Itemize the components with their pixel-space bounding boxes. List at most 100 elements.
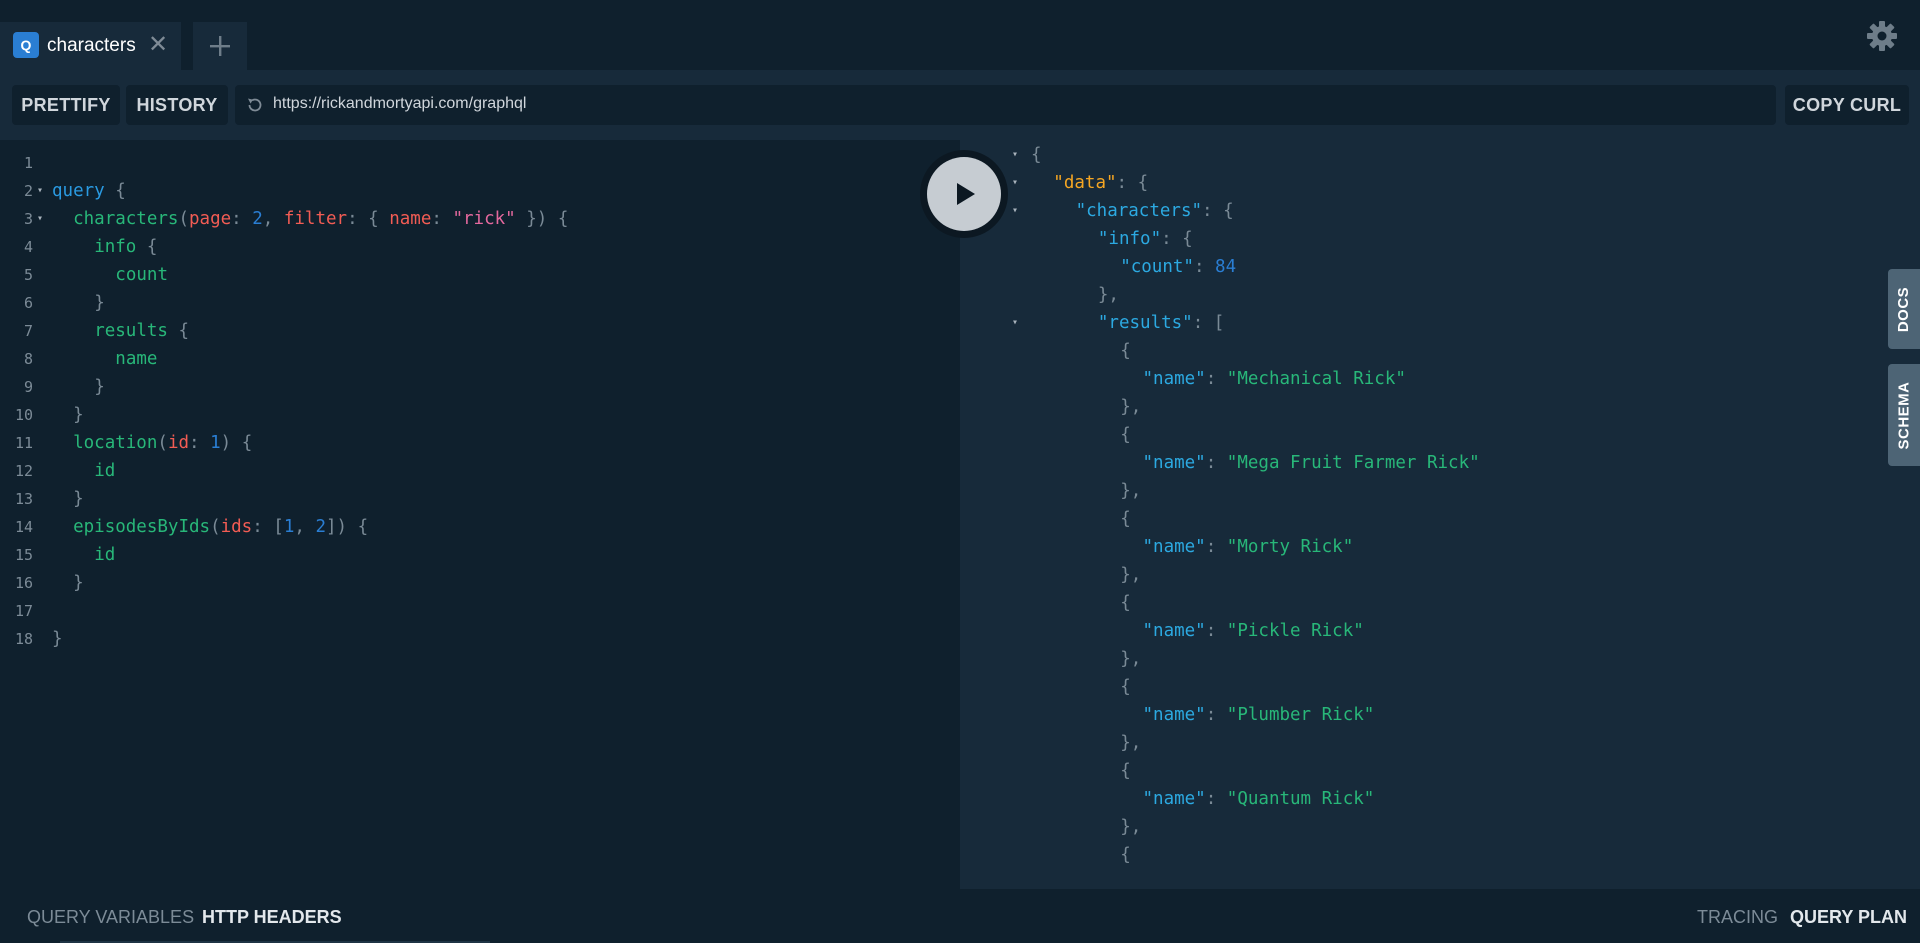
result-line: "name": "Morty Rick"	[960, 533, 1860, 561]
refresh-icon[interactable]	[245, 95, 265, 115]
endpoint-url-field[interactable]: https://rickandmortyapi.com/graphql	[235, 85, 1776, 125]
result-line: ▾ "results": [	[960, 309, 1860, 337]
editor-code: }	[94, 373, 105, 401]
code-token-key: "name"	[1142, 789, 1206, 809]
code-token-sval: "Morty Rick"	[1226, 537, 1354, 557]
code-token-punc: }	[52, 629, 63, 649]
result-code: "name": "Pickle Rick"	[1143, 617, 1364, 645]
editor-code: }	[73, 569, 84, 597]
code-token-sval: "Mechanical Rick"	[1226, 369, 1406, 389]
copy-curl-button[interactable]: COPY CURL	[1785, 85, 1909, 125]
fold-arrow-icon[interactable]: ▾	[1012, 169, 1018, 197]
line-number: 13	[14, 490, 33, 508]
result-code: "name": "Morty Rick"	[1143, 533, 1354, 561]
fold-arrow-icon[interactable]: ▾	[37, 177, 43, 205]
code-token-punc: {	[1120, 677, 1131, 697]
execute-query-button[interactable]	[920, 150, 1008, 238]
tab-characters[interactable]: Q characters ✕	[0, 22, 181, 70]
line-number: 14	[14, 518, 33, 536]
result-code: "info": {	[1098, 225, 1193, 253]
code-token-punc: {	[1120, 761, 1131, 781]
code-token-field: results	[94, 321, 168, 341]
prettify-button[interactable]: PRETTIFY	[12, 85, 120, 125]
code-token-punc: : [	[1192, 313, 1225, 333]
code-token-punc: (	[157, 433, 168, 453]
code-token-field: count	[115, 265, 168, 285]
code-token-field: location	[73, 433, 158, 453]
result-code: {	[1120, 505, 1131, 533]
code-token-field: info	[94, 237, 137, 257]
code-token-arg: ids	[220, 517, 253, 537]
query-plan-tab[interactable]: QUERY PLAN	[1790, 907, 1907, 928]
code-token-punc: {	[104, 181, 126, 201]
line-number: 9	[23, 378, 33, 396]
fold-arrow-icon[interactable]: ▾	[37, 205, 43, 233]
close-icon[interactable]: ✕	[148, 32, 168, 58]
tracing-tab[interactable]: TRACING	[1697, 907, 1778, 928]
result-line: },	[960, 561, 1860, 589]
code-token-field: characters	[73, 209, 179, 229]
schema-tab[interactable]: SCHEMA	[1888, 364, 1920, 466]
query-editor[interactable]: 1 2 ▾ query {3 ▾ characters(page: 2, filter: …	[0, 140, 960, 889]
editor-line: 14 episodesByIds(ids: [1, 2]) {	[0, 513, 960, 541]
fold-arrow-icon[interactable]: ▾	[1012, 197, 1018, 225]
editor-code: }	[73, 485, 84, 513]
http-headers-tab[interactable]: HTTP HEADERS	[202, 907, 342, 928]
code-token-punc: }	[73, 489, 84, 509]
fold-arrow-icon[interactable]: ▾	[1012, 309, 1018, 337]
result-code: "name": "Mega Fruit Farmer Rick"	[1143, 449, 1480, 477]
code-token-punc: ,	[294, 517, 316, 537]
editor-line: 18}	[0, 625, 960, 653]
code-token-punc: },	[1120, 565, 1142, 585]
docs-tab[interactable]: DOCS	[1888, 269, 1920, 349]
editor-code: }	[73, 401, 84, 429]
code-token-punc: {	[1120, 845, 1131, 865]
line-number: 7	[23, 322, 33, 340]
code-token-num: 84	[1215, 257, 1237, 277]
editor-line: 8 name	[0, 345, 960, 373]
editor-line: 10}	[0, 401, 960, 429]
line-number: 10	[14, 406, 33, 424]
line-number: 2	[23, 182, 33, 200]
code-token-punc: {	[1120, 593, 1131, 613]
result-viewer[interactable]: ▾{▾ "data": {▾ "characters": {"info": {"co…	[960, 140, 1920, 889]
code-token-punc: ) {	[220, 433, 253, 453]
code-token-field: id	[94, 461, 116, 481]
result-code: "data": {	[1053, 169, 1148, 197]
history-button[interactable]: HISTORY	[126, 85, 228, 125]
code-token-punc: :	[1205, 705, 1227, 725]
line-number: 8	[23, 350, 33, 368]
result-code: "results": [	[1098, 309, 1224, 337]
result-line: "name": "Quantum Rick"	[960, 785, 1860, 813]
result-code: "name": "Plumber Rick"	[1143, 701, 1375, 729]
result-line: {	[960, 337, 1860, 365]
editor-code: location(id: 1) {	[73, 429, 252, 457]
code-token-punc: :	[431, 209, 453, 229]
code-token-punc: }) {	[515, 209, 569, 229]
editor-code: query {	[52, 177, 126, 205]
schema-tab-label: SCHEMA	[1895, 380, 1913, 450]
code-token-punc: {	[1120, 509, 1131, 529]
fold-arrow-icon[interactable]: ▾	[1012, 141, 1018, 169]
code-token-punc: },	[1120, 397, 1142, 417]
result-line: },	[960, 393, 1860, 421]
code-token-punc: (	[178, 209, 189, 229]
code-token-field: episodesByIds	[73, 517, 211, 537]
code-token-arg: name	[389, 209, 432, 229]
result-line: "name": "Plumber Rick"	[960, 701, 1860, 729]
settings-button[interactable]	[1864, 18, 1900, 54]
code-token-punc: ,	[262, 209, 284, 229]
result-code: {	[1031, 141, 1042, 169]
code-token-arg: filter	[283, 209, 348, 229]
code-token-arg: page	[189, 209, 232, 229]
result-code: {	[1120, 337, 1131, 365]
editor-code: characters(page: 2, filter: { name: "ric…	[73, 205, 568, 233]
query-variables-tab[interactable]: QUERY VARIABLES	[27, 907, 194, 928]
result-code: },	[1120, 645, 1141, 673]
result-code: {	[1120, 421, 1131, 449]
code-token-key: "name"	[1142, 369, 1206, 389]
code-token-sval: "Plumber Rick"	[1226, 705, 1375, 725]
result-code: "characters": {	[1076, 197, 1234, 225]
tab-title: characters	[47, 35, 136, 56]
add-tab-button[interactable]	[193, 22, 247, 70]
